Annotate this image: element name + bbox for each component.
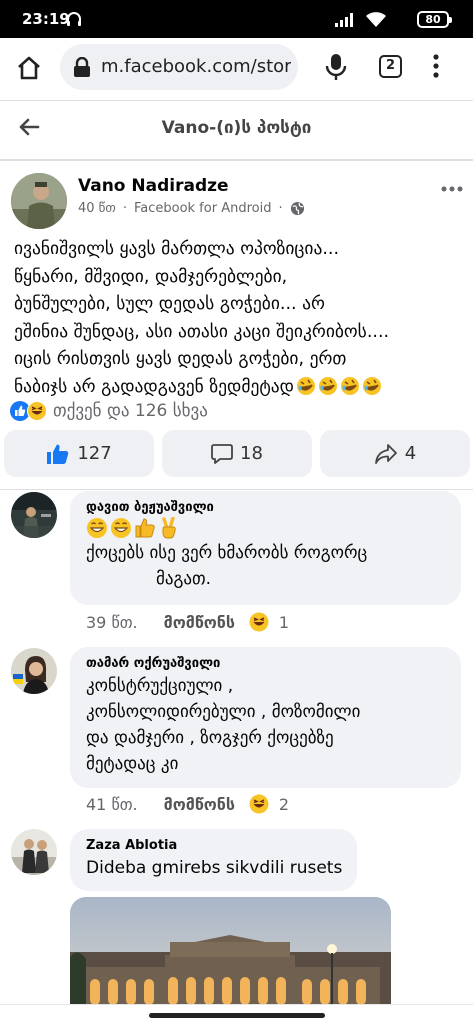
post-line: ბუნშულები, სულ დედას გოჭები... არ [14,294,325,314]
comment-author[interactable]: Zaza Ablotia [86,838,341,853]
rofl-emoji-icon [319,376,337,395]
comment-text: კონსოლიდირებული , მოზომილი [86,702,361,722]
avatar[interactable] [11,829,57,875]
comment-bubble: თამარ ოქრუაშვილი კონსტრუქციული , კონსოლი… [70,647,461,788]
rofl-emoji-icon [341,376,359,395]
comment-reaction-count[interactable]: 1 [279,613,289,632]
share-count: 4 [404,443,417,464]
signal-icon [335,13,353,27]
share-icon [374,443,397,464]
comment-time[interactable]: 41 წთ. [86,795,138,814]
haha-emoji-icon [27,401,47,421]
status-time: 23:19 [22,10,70,28]
post-options-icon[interactable] [441,186,463,192]
comment-photo[interactable] [70,897,391,1005]
post-meta: 40 წთ · Facebook for Android · [78,201,305,216]
post-line: ნაბიჯს არ გადადგავენ ზედმეტად [14,376,294,397]
post-time[interactable]: 40 წთ [78,201,116,216]
status-bar: 23:19 80 [0,0,473,38]
post-line: ეშინია შუნდაც, ასი ათასი კაცი შეიკრიბოს.… [14,321,390,342]
comment-footer: 41 წთ. მომწონს 2 [86,794,289,814]
comment-text: Dideba gmirebs sikvdili rusets [86,858,343,878]
browser-toolbar: m.facebook.com/stor 2 [0,38,473,100]
page-title: Vano-(ი)ს პოსტი [161,118,312,138]
avatar[interactable] [11,492,57,538]
reactions-summary[interactable]: თქვენ და 126 სხვა [10,401,208,421]
meta-dot: · [278,201,283,216]
system-nav-bar [0,1004,473,1024]
like-button[interactable]: 127 [4,430,154,477]
comment-icon [211,443,233,464]
comment-button[interactable]: 18 [162,430,312,477]
post-line: ივანიშვილს ყავს მართლა ოპოზიცია... [14,239,340,259]
meta-dot: · [122,201,127,216]
rofl-emoji-icon [363,376,381,395]
divider [0,489,473,490]
wifi-icon [366,12,386,27]
post-line: წყნარი, მშვიდი, დამჯერებლები, [14,266,288,287]
rofl-emoji-icon [297,376,315,395]
avatar[interactable] [11,648,57,694]
more-vert-icon[interactable] [430,53,442,79]
rofl-emoji-group [296,376,382,396]
comment-like-button[interactable]: მომწონს [164,795,235,814]
url-text[interactable]: m.facebook.com/stor [101,56,291,77]
post-line: იცის რისთვის ყავს დედას გოჭები, ერთ [14,349,347,369]
comment-reaction-count[interactable]: 2 [279,795,289,814]
haha-emoji-icon [249,794,269,814]
divider [0,159,473,161]
comment-text: მეტადაც კი [86,754,179,774]
headphones-icon [67,12,81,26]
thumbs-up-emoji-icon [135,518,155,538]
comment-like-button[interactable]: მომწონს [164,613,235,632]
reactions-text: თქვენ და 126 სხვა [53,401,208,421]
comment-time[interactable]: 39 წთ. [86,613,138,632]
comment-author[interactable]: თამარ ოქრუაშვილი [86,656,445,671]
address-bar[interactable]: m.facebook.com/stor [60,44,298,90]
mic-icon[interactable] [325,53,347,81]
lock-icon [74,57,90,77]
comment-text: მაგათ. [156,569,212,589]
post-line-last: ნაბიჯს არ გადადგავენ ზედმეტად [14,374,462,402]
like-icon [47,444,69,464]
comment-text: კონსტრუქციული , [86,676,234,696]
comment-text: ქოცებს ისე ვერ ხმარობს როგორც [86,543,368,563]
page-header: Vano-(ი)ს პოსტი [0,101,473,159]
grin-emoji-icon [87,518,107,538]
battery-indicator: 80 [417,11,452,28]
grin-emoji-icon [111,518,131,538]
post-body: ივანიშვილს ყავს მართლა ოპოზიცია... წყნარ… [14,236,462,401]
avatar[interactable] [11,173,67,229]
like-count: 127 [77,443,112,464]
comment-footer: 39 წთ. მომწონს 1 [86,612,289,632]
share-button[interactable]: 4 [320,430,470,477]
globe-icon [290,201,304,216]
victory-hand-emoji-icon [162,517,176,539]
comment-count: 18 [240,443,263,464]
haha-emoji-icon [249,612,269,632]
comment-emoji-row [86,517,445,539]
home-icon[interactable] [16,55,42,81]
comment-text: და დამჯერი , ზოგჯერ ქოცებზე [86,728,334,748]
home-gesture-pill[interactable] [149,1013,325,1018]
comment-bubble: დავით ბეჟუაშვილი ქოცებს ისე ვერ ხმარობს … [70,491,461,605]
post-source: Facebook for Android [133,201,272,216]
comment-author[interactable]: დავით ბეჟუაშვილი [86,500,445,515]
post-author[interactable]: Vano Nadiradze [78,176,229,196]
tab-switcher-button[interactable]: 2 [379,55,402,78]
comment-bubble: Zaza Ablotia Dideba gmirebs sikvdili rus… [70,829,357,891]
